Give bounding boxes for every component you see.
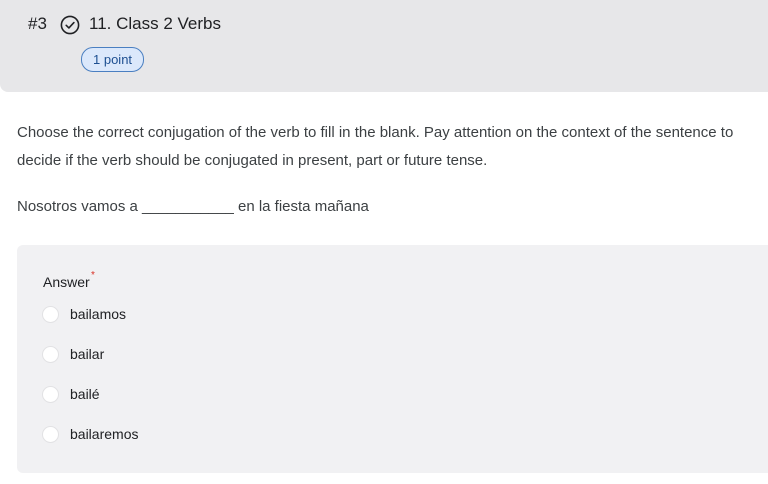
question-title: 11. Class 2 Verbs (89, 14, 221, 33)
option-label: bailamos (70, 306, 127, 322)
check-circle-icon (60, 15, 80, 35)
answer-option-bailaremos[interactable]: bailaremos (42, 424, 138, 444)
question-header: #3 11. Class 2 Verbs 1 point (0, 0, 768, 92)
question-sentence: Nosotros vamos a ___________ en la fiest… (17, 198, 369, 215)
question-number: #3 (28, 14, 47, 33)
option-label: bailaremos (70, 426, 139, 442)
question-instructions: Choose the correct conjugation of the ve… (17, 124, 734, 169)
points-badge: 1 point (81, 47, 145, 72)
radio-button[interactable] (42, 305, 59, 323)
option-label: bailar (70, 346, 105, 362)
radio-button[interactable] (42, 345, 59, 363)
option-label: bailé (70, 386, 100, 402)
answer-option-baile[interactable]: bailé (42, 384, 100, 404)
answer-label: Answer (43, 274, 90, 290)
required-indicator: * (91, 270, 95, 281)
answer-option-bailamos[interactable]: bailamos (42, 304, 126, 324)
radio-button[interactable] (42, 425, 59, 443)
answer-option-bailar[interactable]: bailar (42, 344, 104, 364)
radio-button[interactable] (42, 385, 59, 403)
answer-panel: Answer * bailamos bailar bailé bailaremo… (17, 245, 768, 473)
